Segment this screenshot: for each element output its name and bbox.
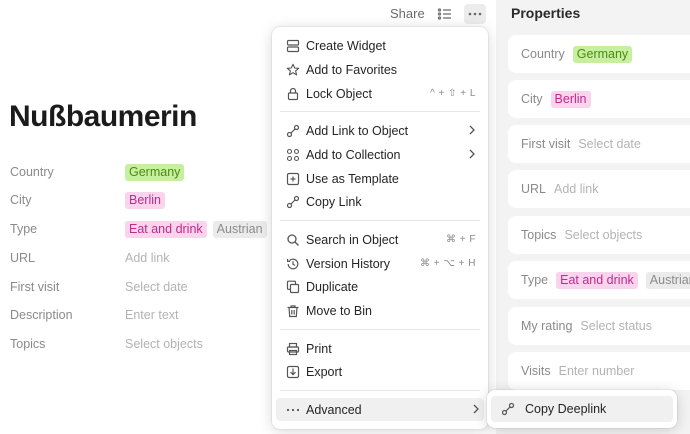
- collection-icon: [284, 146, 302, 164]
- property-label: Country: [521, 47, 565, 61]
- tag-eat-and-drink[interactable]: Eat and drink: [125, 220, 207, 238]
- menu-item-duplicate[interactable]: Duplicate: [280, 275, 480, 298]
- relation-placeholder[interactable]: Enter text: [125, 308, 179, 322]
- relation-label: Topics: [10, 337, 46, 351]
- panel-title: Properties: [511, 5, 581, 21]
- menu-divider: [280, 390, 480, 391]
- menu-item-add-to-collection[interactable]: Add to Collection: [280, 143, 480, 166]
- relation-label: First visit: [10, 280, 60, 294]
- property-placeholder: Select objects: [564, 228, 643, 242]
- menu-item-copy-link[interactable]: Copy Link: [280, 190, 480, 213]
- advanced-submenu: Copy Deeplink: [487, 390, 677, 428]
- chevron-right-icon: [468, 124, 476, 136]
- property-label: First visit: [521, 137, 571, 151]
- relation-url[interactable]: URL Add link: [10, 248, 169, 268]
- property-topics[interactable]: Topics Select objects: [508, 216, 690, 254]
- menu-divider: [280, 111, 480, 112]
- property-placeholder: Select status: [580, 319, 652, 333]
- relation-country[interactable]: Country Germany: [10, 162, 185, 182]
- tag-germany[interactable]: Germany: [125, 163, 185, 181]
- link-icon: [284, 193, 302, 211]
- relation-placeholder[interactable]: Select objects: [125, 337, 203, 351]
- relation-first-visit[interactable]: First visit Select date: [10, 277, 188, 297]
- link-icon: [499, 400, 517, 418]
- tag-berlin[interactable]: Berlin: [550, 90, 591, 108]
- menu-item-version-history[interactable]: Version History ⌘ + ⌥ + H: [280, 252, 480, 275]
- shortcut-hint: ⌘ + F: [445, 234, 476, 245]
- lock-icon: [284, 85, 302, 103]
- relation-label: Description: [10, 308, 73, 322]
- property-url[interactable]: URL Add link: [508, 170, 690, 208]
- property-my-rating[interactable]: My rating Select status: [508, 307, 690, 345]
- menu-item-add-to-favorites[interactable]: Add to Favorites: [280, 58, 480, 81]
- shortcut-hint: ^ + ⇧ + L: [430, 88, 476, 99]
- menu-item-export[interactable]: Export: [280, 360, 480, 383]
- relation-placeholder[interactable]: Add link: [125, 251, 169, 265]
- trash-icon: [284, 302, 302, 320]
- property-label: City: [521, 92, 543, 106]
- shortcut-hint: ⌘ + ⌥ + H: [419, 258, 476, 269]
- property-country[interactable]: Country Germany: [508, 35, 690, 73]
- menu-divider: [280, 329, 480, 330]
- history-icon: [284, 255, 302, 273]
- tag-austrian[interactable]: Austrian: [645, 271, 690, 289]
- menu-item-print[interactable]: Print: [280, 337, 480, 360]
- duplicate-icon: [284, 278, 302, 296]
- menu-item-create-widget[interactable]: Create Widget: [280, 34, 480, 57]
- search-icon: [284, 231, 302, 249]
- properties-panel: Properties Country Germany City Berlin F…: [496, 0, 690, 434]
- chevron-right-icon: [468, 148, 476, 160]
- relation-label: Country: [10, 165, 54, 179]
- property-placeholder: Add link: [554, 182, 599, 196]
- menu-item-search-in-object[interactable]: Search in Object ⌘ + F: [280, 228, 480, 251]
- property-city[interactable]: City Berlin: [508, 80, 690, 118]
- relation-placeholder[interactable]: Select date: [125, 280, 188, 294]
- export-icon: [284, 363, 302, 381]
- widget-icon: [284, 37, 302, 55]
- tag-germany[interactable]: Germany: [572, 45, 633, 63]
- printer-icon: [284, 340, 302, 358]
- relation-label: URL: [10, 251, 36, 265]
- property-type[interactable]: Type Eat and drink Austrian: [508, 261, 690, 299]
- property-placeholder: Enter number: [558, 364, 635, 378]
- object-menu: Create Widget Add to Favorites Lock Obje…: [272, 27, 488, 429]
- template-icon: [284, 170, 302, 188]
- property-label: URL: [521, 182, 547, 196]
- menu-item-lock-object[interactable]: Lock Object ^ + ⇧ + L: [280, 82, 480, 105]
- property-label: Topics: [521, 228, 557, 242]
- relation-label: City: [10, 193, 32, 207]
- relation-label: Type: [10, 222, 38, 236]
- tag-austrian[interactable]: Austrian: [212, 220, 267, 238]
- app-window: Share Nußbaumerin Country Germany City B…: [0, 0, 690, 434]
- menu-item-advanced[interactable]: Advanced: [276, 398, 484, 421]
- object-title[interactable]: Nußbaumerin: [9, 100, 197, 134]
- property-visits[interactable]: Visits Enter number: [508, 352, 690, 390]
- menu-item-move-to-bin[interactable]: Move to Bin: [280, 299, 480, 322]
- property-first-visit[interactable]: First visit Select date: [508, 125, 690, 163]
- list-icon[interactable]: [434, 4, 456, 24]
- menu-item-use-as-template[interactable]: Use as Template: [280, 167, 480, 190]
- menu-item-add-link-to-object[interactable]: Add Link to Object: [280, 119, 480, 142]
- relation-topics[interactable]: Topics Select objects: [10, 334, 203, 354]
- relation-type[interactable]: Type Eat and drink Austrian: [10, 219, 267, 239]
- tag-eat-and-drink[interactable]: Eat and drink: [556, 271, 638, 289]
- property-placeholder: Select date: [578, 137, 641, 151]
- relation-city[interactable]: City Berlin: [10, 190, 165, 210]
- share-button[interactable]: Share: [390, 6, 425, 21]
- property-label: Visits: [521, 364, 551, 378]
- relation-description[interactable]: Description Enter text: [10, 305, 179, 325]
- tag-berlin[interactable]: Berlin: [125, 191, 165, 209]
- menu-divider: [280, 220, 480, 221]
- property-label: Type: [521, 273, 549, 287]
- more-horizontal-icon: [284, 401, 302, 419]
- link-icon: [284, 122, 302, 140]
- star-icon: [284, 61, 302, 79]
- menu-item-copy-deeplink[interactable]: Copy Deeplink: [491, 396, 673, 422]
- chevron-right-icon: [472, 403, 480, 415]
- more-options-icon[interactable]: [464, 4, 486, 24]
- property-label: My rating: [521, 319, 573, 333]
